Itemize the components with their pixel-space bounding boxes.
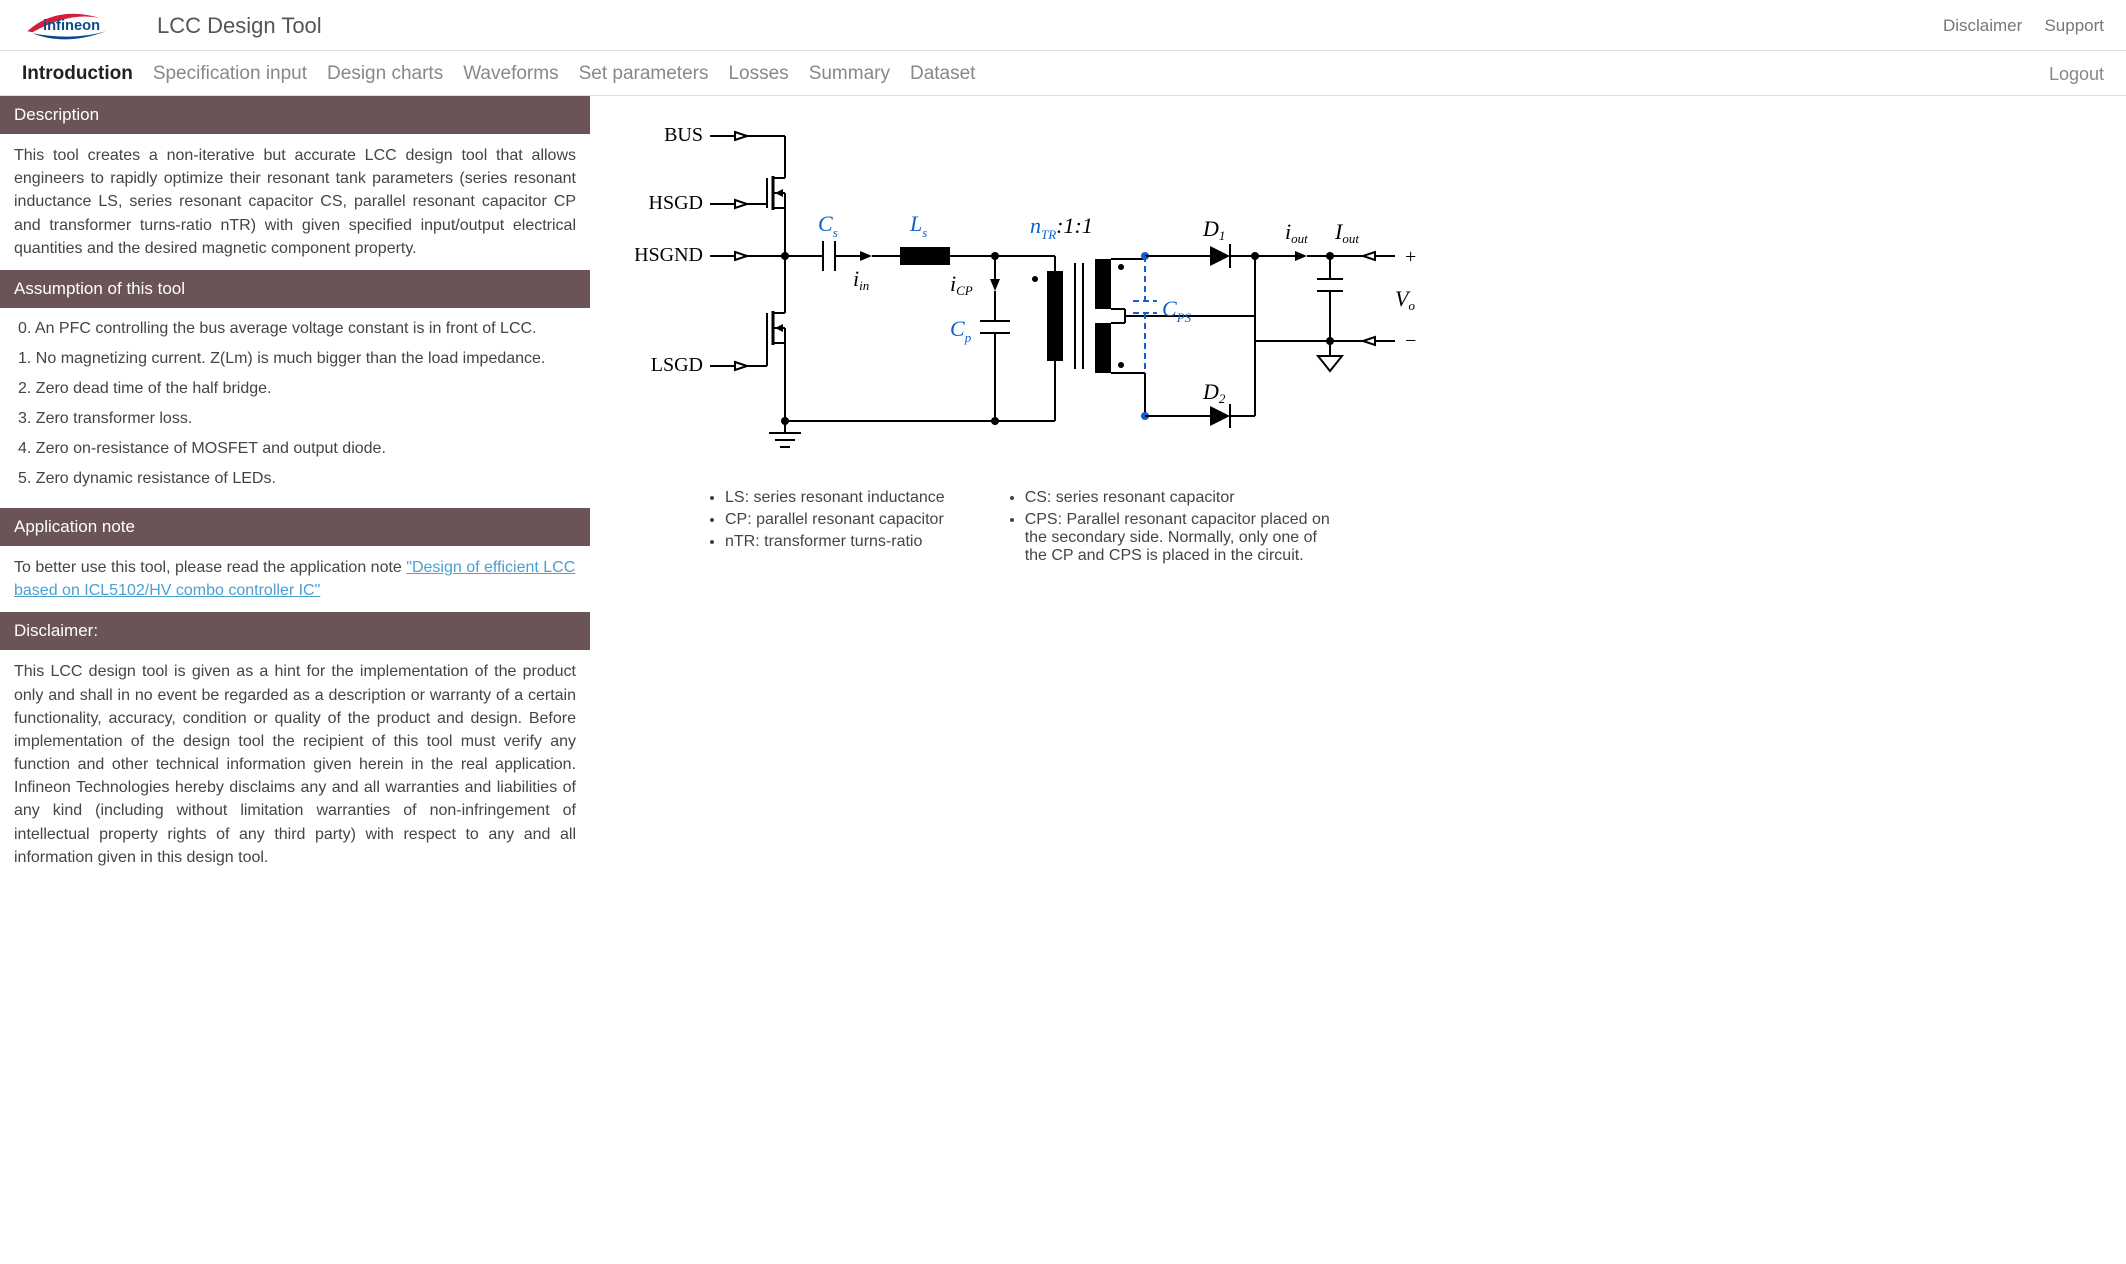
assumption-item: 3. Zero transformer loss. — [18, 404, 576, 434]
logout-link[interactable]: Logout — [2049, 64, 2104, 85]
legend-item: nTR: transformer turns-ratio — [725, 531, 945, 553]
disclaimer-body: This LCC design tool is given as a hint … — [0, 650, 590, 879]
svg-text:iCP: iCP — [950, 271, 973, 298]
assumption-item: 2. Zero dead time of the half bridge. — [18, 374, 576, 404]
tab-set-parameters[interactable]: Set parameters — [579, 63, 709, 85]
svg-text:CPS: CPS — [1162, 296, 1192, 325]
tab-waveforms[interactable]: Waveforms — [463, 63, 558, 85]
legend-item: CP: parallel resonant capacitor — [725, 509, 945, 531]
svg-text:+: + — [1405, 246, 1416, 268]
svg-text:D1: D1 — [1202, 216, 1225, 243]
main-content: Description This tool creates a non-iter… — [0, 96, 2126, 909]
header-links: Disclaimer Support — [1925, 16, 2104, 36]
svg-text:Vo: Vo — [1395, 286, 1415, 313]
svg-text:LSGD: LSGD — [651, 354, 703, 376]
nav-tabs: Introduction Specification input Design … — [0, 51, 2126, 96]
svg-text:HSGND: HSGND — [635, 244, 703, 266]
assumption-item: 0. An PFC controlling the bus average vo… — [18, 314, 576, 344]
svg-text:infineon: infineon — [43, 18, 100, 34]
svg-text:Ls: Ls — [909, 211, 927, 240]
section-header-disclaimer: Disclaimer: — [0, 612, 590, 650]
svg-text:D2: D2 — [1202, 379, 1226, 406]
app-note-body: To better use this tool, please read the… — [0, 546, 590, 612]
support-link[interactable]: Support — [2044, 16, 2104, 35]
legend-item: CS: series resonant capacitor — [1025, 487, 1335, 509]
svg-text:BUS: BUS — [664, 124, 703, 146]
svg-text:HSGD: HSGD — [649, 192, 703, 214]
disclaimer-link[interactable]: Disclaimer — [1943, 16, 2022, 35]
tab-specification-input[interactable]: Specification input — [153, 63, 307, 85]
legend-right: CS: series resonant capacitor CPS: Paral… — [1005, 487, 1335, 567]
legend-left: LS: series resonant inductance CP: paral… — [705, 487, 945, 567]
section-header-description: Description — [0, 96, 590, 134]
tab-dataset[interactable]: Dataset — [910, 63, 975, 85]
app-note-lead: To better use this tool, please read the… — [14, 559, 406, 576]
section-header-app-note: Application note — [0, 508, 590, 546]
svg-text:iin: iin — [853, 266, 869, 293]
assumption-item: 5. Zero dynamic resistance of LEDs. — [18, 464, 576, 494]
assumption-item: 4. Zero on-resistance of MOSFET and outp… — [18, 434, 576, 464]
svg-text:Cs: Cs — [818, 211, 838, 240]
svg-text:Iout: Iout — [1334, 219, 1359, 246]
app-title: LCC Design Tool — [157, 13, 322, 39]
description-body: This tool creates a non-iterative but ac… — [0, 134, 590, 270]
svg-text:Cp: Cp — [950, 316, 972, 345]
legend: LS: series resonant inductance CP: paral… — [635, 487, 2096, 567]
legend-item: CPS: Parallel resonant capacitor placed … — [1025, 509, 1335, 567]
svg-text:nTR:1:1: nTR:1:1 — [1030, 213, 1093, 242]
assumption-item: 1. No magnetizing current. Z(Lm) is much… — [18, 344, 576, 374]
tab-losses[interactable]: Losses — [728, 63, 788, 85]
infineon-logo: infineon — [22, 8, 127, 44]
tab-summary[interactable]: Summary — [809, 63, 890, 85]
legend-item: LS: series resonant inductance — [725, 487, 945, 509]
right-column: .wire { stroke:#000; stroke-width:2; fil… — [620, 96, 2126, 879]
tab-introduction[interactable]: Introduction — [22, 63, 133, 85]
left-column: Description This tool creates a non-iter… — [0, 96, 590, 879]
tab-design-charts[interactable]: Design charts — [327, 63, 443, 85]
assumption-list: 0. An PFC controlling the bus average vo… — [0, 308, 590, 508]
svg-text:iout: iout — [1285, 219, 1308, 246]
app-header: infineon LCC Design Tool Disclaimer Supp… — [0, 0, 2126, 51]
tabs-list: Introduction Specification input Design … — [22, 63, 975, 85]
circuit-diagram: .wire { stroke:#000; stroke-width:2; fil… — [635, 111, 1425, 465]
svg-text:−: − — [1405, 330, 1416, 352]
header-left: infineon LCC Design Tool — [22, 8, 322, 44]
section-header-assumption: Assumption of this tool — [0, 270, 590, 308]
